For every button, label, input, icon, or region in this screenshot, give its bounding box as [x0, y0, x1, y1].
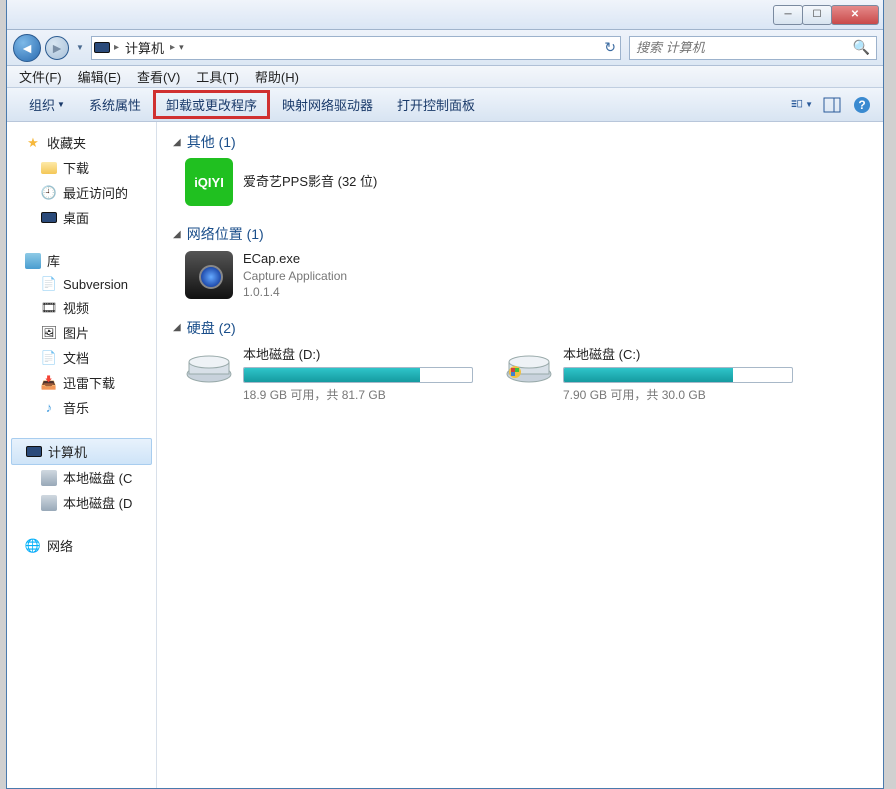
sidebar-item-xunlei[interactable]: 📥迅雷下载: [7, 370, 156, 395]
sidebar-item-downloads[interactable]: 下载: [7, 155, 156, 180]
drive-usage-bar: [563, 367, 793, 383]
sidebar-network[interactable]: 🌐 网络: [7, 533, 156, 558]
titlebar: ─ ☐ ✕: [7, 0, 883, 30]
sidebar-item-pictures[interactable]: 🖼图片: [7, 320, 156, 345]
item-label: 爱奇艺PPS影音 (32 位): [243, 173, 377, 191]
doc-icon: 📄: [41, 276, 57, 292]
back-button[interactable]: ◄: [13, 34, 41, 62]
sidebar-item-drive-c[interactable]: 本地磁盘 (C: [7, 465, 156, 490]
map-network-drive-button[interactable]: 映射网络驱动器: [270, 91, 385, 118]
computer-icon: [26, 444, 42, 460]
sidebar-item-drive-d[interactable]: 本地磁盘 (D: [7, 490, 156, 515]
drive-icon: [41, 470, 57, 486]
sidebar-item-documents[interactable]: 📄文档: [7, 345, 156, 370]
breadcrumb-dropdown[interactable]: ▾: [179, 42, 184, 53]
item-iqiyi[interactable]: iQIYI 爱奇艺PPS影音 (32 位): [185, 158, 485, 206]
iqiyi-icon: iQIYI: [185, 158, 233, 206]
chevron-right-icon: ▸: [110, 42, 123, 53]
drive-icon: [185, 344, 233, 384]
item-label: ECap.exe: [243, 250, 347, 268]
image-icon: 🖼: [41, 325, 57, 341]
menu-view[interactable]: 查看(V): [129, 67, 188, 86]
svg-text:?: ?: [858, 98, 865, 112]
chevron-down-icon: ▼: [805, 100, 813, 109]
forward-button[interactable]: ►: [45, 36, 69, 60]
close-button[interactable]: ✕: [831, 5, 879, 25]
folder-icon: [41, 160, 57, 176]
sidebar-item-music[interactable]: ♪音乐: [7, 395, 156, 420]
drive-icon: [41, 495, 57, 511]
menu-help[interactable]: 帮助(H): [247, 67, 307, 86]
system-properties-button[interactable]: 系统属性: [77, 91, 153, 118]
drive-usage-bar: [243, 367, 473, 383]
item-ecap[interactable]: ECap.exe Capture Application 1.0.1.4: [185, 250, 485, 300]
item-desc: Capture Application: [243, 268, 347, 284]
recent-icon: 🕘: [41, 185, 57, 201]
drive-label: 本地磁盘 (C:): [563, 344, 805, 363]
section-netloc-header[interactable]: ◢ 网络位置 (1): [173, 224, 867, 244]
menu-edit[interactable]: 编辑(E): [70, 67, 129, 86]
computer-icon: [94, 40, 110, 56]
drive-stats: 7.90 GB 可用，共 30.0 GB: [563, 386, 805, 403]
doc-icon: 📄: [41, 350, 57, 366]
maximize-button[interactable]: ☐: [802, 5, 832, 25]
drive-c[interactable]: 本地磁盘 (C:) 7.90 GB 可用，共 30.0 GB: [505, 344, 805, 403]
explorer-window: ─ ☐ ✕ ◄ ► ▼ ▸ 计算机 ▸ ▾ ↻ 🔍 文件(F) 编辑(E) 查看…: [6, 0, 884, 789]
sidebar-favorites[interactable]: ★ 收藏夹: [7, 130, 156, 155]
chevron-right-icon: ▸: [166, 42, 179, 53]
preview-pane-button[interactable]: [821, 94, 843, 116]
drive-stats: 18.9 GB 可用，共 81.7 GB: [243, 386, 485, 403]
drive-d[interactable]: 本地磁盘 (D:) 18.9 GB 可用，共 81.7 GB: [185, 344, 485, 403]
section-other-header[interactable]: ◢ 其他 (1): [173, 132, 867, 152]
nav-history-dropdown[interactable]: ▼: [73, 43, 87, 52]
refresh-icon[interactable]: ↻: [604, 39, 616, 56]
sidebar-item-recent[interactable]: 🕘最近访问的: [7, 180, 156, 205]
open-control-panel-button[interactable]: 打开控制面板: [385, 91, 487, 118]
pane-icon: [823, 97, 841, 113]
search-box[interactable]: 🔍: [629, 36, 877, 60]
sidebar: ★ 收藏夹 下载 🕘最近访问的 桌面 库 📄Subversion 🎞视频 🖼图片…: [7, 122, 157, 788]
menu-tools[interactable]: 工具(T): [188, 67, 247, 86]
music-icon: ♪: [41, 400, 57, 416]
navbar: ◄ ► ▼ ▸ 计算机 ▸ ▾ ↻ 🔍: [7, 30, 883, 66]
organize-button[interactable]: 组织 ▼: [17, 91, 77, 118]
sidebar-item-video[interactable]: 🎞视频: [7, 295, 156, 320]
video-icon: 🎞: [41, 300, 57, 316]
collapse-icon: ◢: [173, 229, 181, 240]
uninstall-change-button[interactable]: 卸载或更改程序: [153, 90, 270, 119]
camera-icon: [185, 251, 233, 299]
search-input[interactable]: [636, 40, 853, 55]
drive-icon: [505, 344, 553, 384]
content-pane: ◢ 其他 (1) iQIYI 爱奇艺PPS影音 (32 位) ◢ 网络位置 (1…: [157, 122, 883, 788]
item-version: 1.0.1.4: [243, 284, 347, 300]
star-icon: ★: [25, 135, 41, 151]
minimize-button[interactable]: ─: [773, 5, 803, 25]
desktop-icon: [41, 210, 57, 226]
help-icon: ?: [853, 96, 871, 114]
sidebar-item-subversion[interactable]: 📄Subversion: [7, 273, 156, 295]
arrow-left-icon: ◄: [20, 40, 34, 56]
drive-label: 本地磁盘 (D:): [243, 344, 485, 363]
breadcrumb-location[interactable]: 计算机: [123, 38, 166, 57]
view-icon: [791, 96, 803, 114]
view-mode-button[interactable]: ▼: [791, 94, 813, 116]
section-drives-header[interactable]: ◢ 硬盘 (2): [173, 318, 867, 338]
folder-icon: 📥: [41, 375, 57, 391]
collapse-icon: ◢: [173, 322, 181, 333]
sidebar-computer[interactable]: 计算机: [11, 438, 152, 465]
sidebar-libraries[interactable]: 库: [7, 248, 156, 273]
search-icon[interactable]: 🔍: [853, 39, 870, 56]
library-icon: [25, 253, 41, 269]
help-button[interactable]: ?: [851, 94, 873, 116]
sidebar-item-desktop[interactable]: 桌面: [7, 205, 156, 230]
menubar: 文件(F) 编辑(E) 查看(V) 工具(T) 帮助(H): [7, 66, 883, 88]
menu-file[interactable]: 文件(F): [11, 67, 70, 86]
collapse-icon: ◢: [173, 137, 181, 148]
chevron-down-icon: ▼: [57, 100, 65, 109]
breadcrumb[interactable]: ▸ 计算机 ▸ ▾ ↻: [91, 36, 621, 60]
arrow-right-icon: ►: [50, 40, 64, 56]
network-icon: 🌐: [25, 538, 41, 554]
toolbar: 组织 ▼ 系统属性 卸载或更改程序 映射网络驱动器 打开控制面板 ▼ ?: [7, 88, 883, 122]
